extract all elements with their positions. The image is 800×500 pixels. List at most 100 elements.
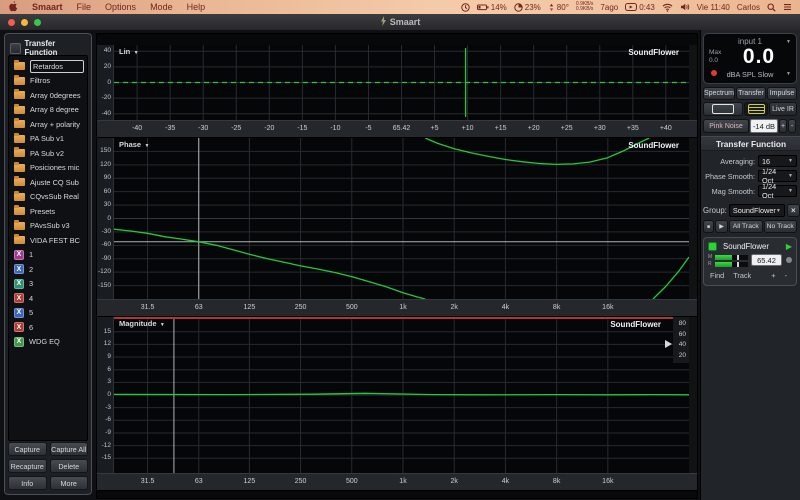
impulse-mode-button[interactable]: Impulse — [767, 87, 797, 100]
x-tick-label: 63 — [195, 304, 203, 311]
magnitude-scale-dropdown[interactable]: Magnitude ▼ — [119, 319, 165, 328]
track-button[interactable]: Track — [733, 271, 751, 280]
sidebar-item-ajuste-cq-sub[interactable]: Ajuste CQ Sub — [9, 175, 87, 190]
x-tick-label: +25 — [561, 125, 573, 132]
play-button[interactable]: ▶ — [715, 220, 728, 233]
track-active-indicator[interactable] — [708, 242, 717, 251]
all-track-button[interactable]: All Track — [729, 220, 763, 233]
window-titlebar[interactable]: Smaart — [0, 14, 800, 31]
sidebar-item-vida-fest-bc[interactable]: VIDA FEST BC — [9, 233, 87, 248]
sidebar-button-info[interactable]: Info — [8, 476, 47, 490]
menu-item-help[interactable]: Help — [187, 2, 206, 12]
sidebar-item-2[interactable]: X2 — [9, 262, 87, 277]
sidebar-item-label: Posiciones mic — [30, 163, 87, 172]
status-carlos[interactable]: Carlos — [737, 3, 760, 12]
level-up-button[interactable]: + — [779, 119, 787, 133]
control-dropdown-averaging[interactable]: 16▼ — [758, 155, 797, 167]
sidebar-item-pavssub-v3[interactable]: PAvsSub v3 — [9, 219, 87, 234]
sidebar-item-array-8-degree[interactable]: Array 8 degree — [9, 103, 87, 118]
trace-label-soundflower: SoundFlower — [610, 320, 661, 329]
y-tick-label: 60 — [104, 188, 111, 195]
rta-view-button[interactable] — [703, 102, 743, 116]
status-vie-11-40[interactable]: Vie 11:40 — [697, 3, 730, 12]
stop-button[interactable]: ■ — [703, 220, 714, 233]
sidebar-button-more[interactable]: More — [50, 476, 89, 490]
transfer-mode-button[interactable]: Transfer — [736, 87, 766, 100]
x-tick-label: 31.5 — [141, 478, 155, 485]
control-dropdown-mag-smooth[interactable]: 1/24 Oct▼ — [758, 185, 797, 197]
coherence-top-line — [114, 317, 689, 319]
menu-item-file[interactable]: File — [77, 2, 92, 12]
y-tick-label: -20 — [102, 94, 111, 101]
transfer-view-button[interactable] — [744, 102, 768, 116]
status-list-icon[interactable] — [783, 3, 792, 11]
x-tick-label: 8k — [553, 304, 560, 311]
sidebar-item-4[interactable]: X4 — [9, 291, 87, 306]
control-dropdown-phase-smooth[interactable]: 1/24 Oct▼ — [758, 170, 797, 182]
sidebar-button-capture[interactable]: Capture — [8, 442, 47, 456]
level-down-button[interactable]: - — [788, 119, 796, 133]
apple-menu[interactable] — [9, 1, 18, 14]
sidebar-button-capture-all[interactable]: Capture All — [50, 442, 89, 456]
status-battery-icon[interactable]: 14% — [477, 3, 507, 12]
y-tick-label: -6 — [105, 416, 111, 423]
sidebar-item-cqvssub-real[interactable]: CQvsSub Real — [9, 190, 87, 205]
sidebar-item-3[interactable]: X3 — [9, 277, 87, 292]
generator-level-field[interactable]: -14 dB — [750, 119, 778, 133]
status-7ago[interactable]: 7ago — [600, 3, 618, 12]
sidebar-item-array-0degrees[interactable]: Array 0degrees — [9, 88, 87, 103]
meter-mode-selector[interactable]: dBA SPL Slow — [727, 70, 774, 79]
sidebar-button-delete[interactable]: Delete — [50, 459, 89, 473]
status-updown-icon[interactable]: 80° — [548, 3, 569, 12]
find-button[interactable]: Find — [710, 271, 724, 280]
spectrum-mode-button[interactable]: Spectrum — [703, 87, 735, 100]
x-tick-label: -25 — [231, 125, 241, 132]
status-wifi-icon[interactable] — [662, 3, 673, 12]
menu-item-smaart[interactable]: Smaart — [32, 2, 63, 12]
status-pie-icon[interactable]: 23% — [514, 3, 541, 12]
coherence-pointer-icon[interactable] — [665, 340, 672, 348]
status-clock-icon[interactable] — [461, 3, 470, 12]
control-label: Averaging: — [703, 157, 758, 166]
sidebar-item-pa-sub-v1[interactable]: PA Sub v1 — [9, 132, 87, 147]
pink-noise-button[interactable]: Pink Noise — [703, 119, 749, 133]
no-track-button[interactable]: No Track — [764, 220, 798, 233]
menu-item-mode[interactable]: Mode — [150, 2, 173, 12]
sidebar-item-posiciones-mic[interactable]: Posiciones mic — [9, 161, 87, 176]
delay-plus-button[interactable]: + — [771, 271, 775, 280]
impulse-plot[interactable]: Lin ▼SoundFlower — [114, 45, 689, 120]
sidebar-header-icon[interactable] — [10, 43, 21, 54]
y-tick-label: 150 — [100, 147, 111, 154]
sidebar-item-retardos[interactable]: Retardos — [9, 59, 87, 74]
delay-minus-button[interactable]: - — [785, 271, 787, 280]
sidebar-item-5[interactable]: X5 — [9, 306, 87, 321]
live-ir-button[interactable]: Live IR — [769, 102, 797, 116]
sidebar-button-recapture[interactable]: Recapture — [8, 459, 47, 473]
group-manager-wrench-icon[interactable]: × — [787, 204, 800, 217]
track-play-icon[interactable]: ▶ — [786, 243, 792, 251]
sidebar-item-pa-sub-v2[interactable]: PA Sub v2 — [9, 146, 87, 161]
status-speaker-icon[interactable] — [680, 3, 690, 11]
status-search-icon[interactable] — [767, 3, 776, 12]
app-bolt-icon — [380, 16, 387, 26]
sidebar-item-presets[interactable]: Presets — [9, 204, 87, 219]
sidebar-item-6[interactable]: X6 — [9, 320, 87, 335]
group-dropdown[interactable]: SoundFlower ▼ — [729, 204, 785, 217]
speaker-icon — [680, 3, 690, 11]
sidebar-item-array-polarity[interactable]: Array + polarity — [9, 117, 87, 132]
status-play-badge-icon[interactable]: 0:43 — [625, 3, 655, 12]
sidebar-item-1[interactable]: X1 — [9, 248, 87, 263]
folder-icon — [14, 106, 25, 114]
delay-value-field[interactable]: 65.42 — [751, 254, 782, 266]
phase-plot[interactable]: Phase ▼SoundFlower — [114, 138, 689, 299]
menu-item-options[interactable]: Options — [105, 2, 136, 12]
sidebar-item-wdg-eq[interactable]: XWDG EQ — [9, 335, 87, 350]
impulse-scale-dropdown[interactable]: Lin ▼ — [119, 47, 139, 56]
sidebar-item-filtros[interactable]: Filtros — [9, 74, 87, 89]
magnitude-plot[interactable]: Magnitude ▼ SoundFlower — [114, 317, 689, 473]
folder-icon — [14, 236, 25, 244]
status-0-9kb-s[interactable]: 0.9KB/s0.9KB/s — [576, 2, 594, 13]
magnitude-y-axis: 15129630-3-6-9-12-15 — [97, 317, 114, 473]
chevron-down-icon[interactable]: ▼ — [786, 71, 791, 77]
phase-scale-dropdown[interactable]: Phase ▼ — [119, 140, 149, 149]
